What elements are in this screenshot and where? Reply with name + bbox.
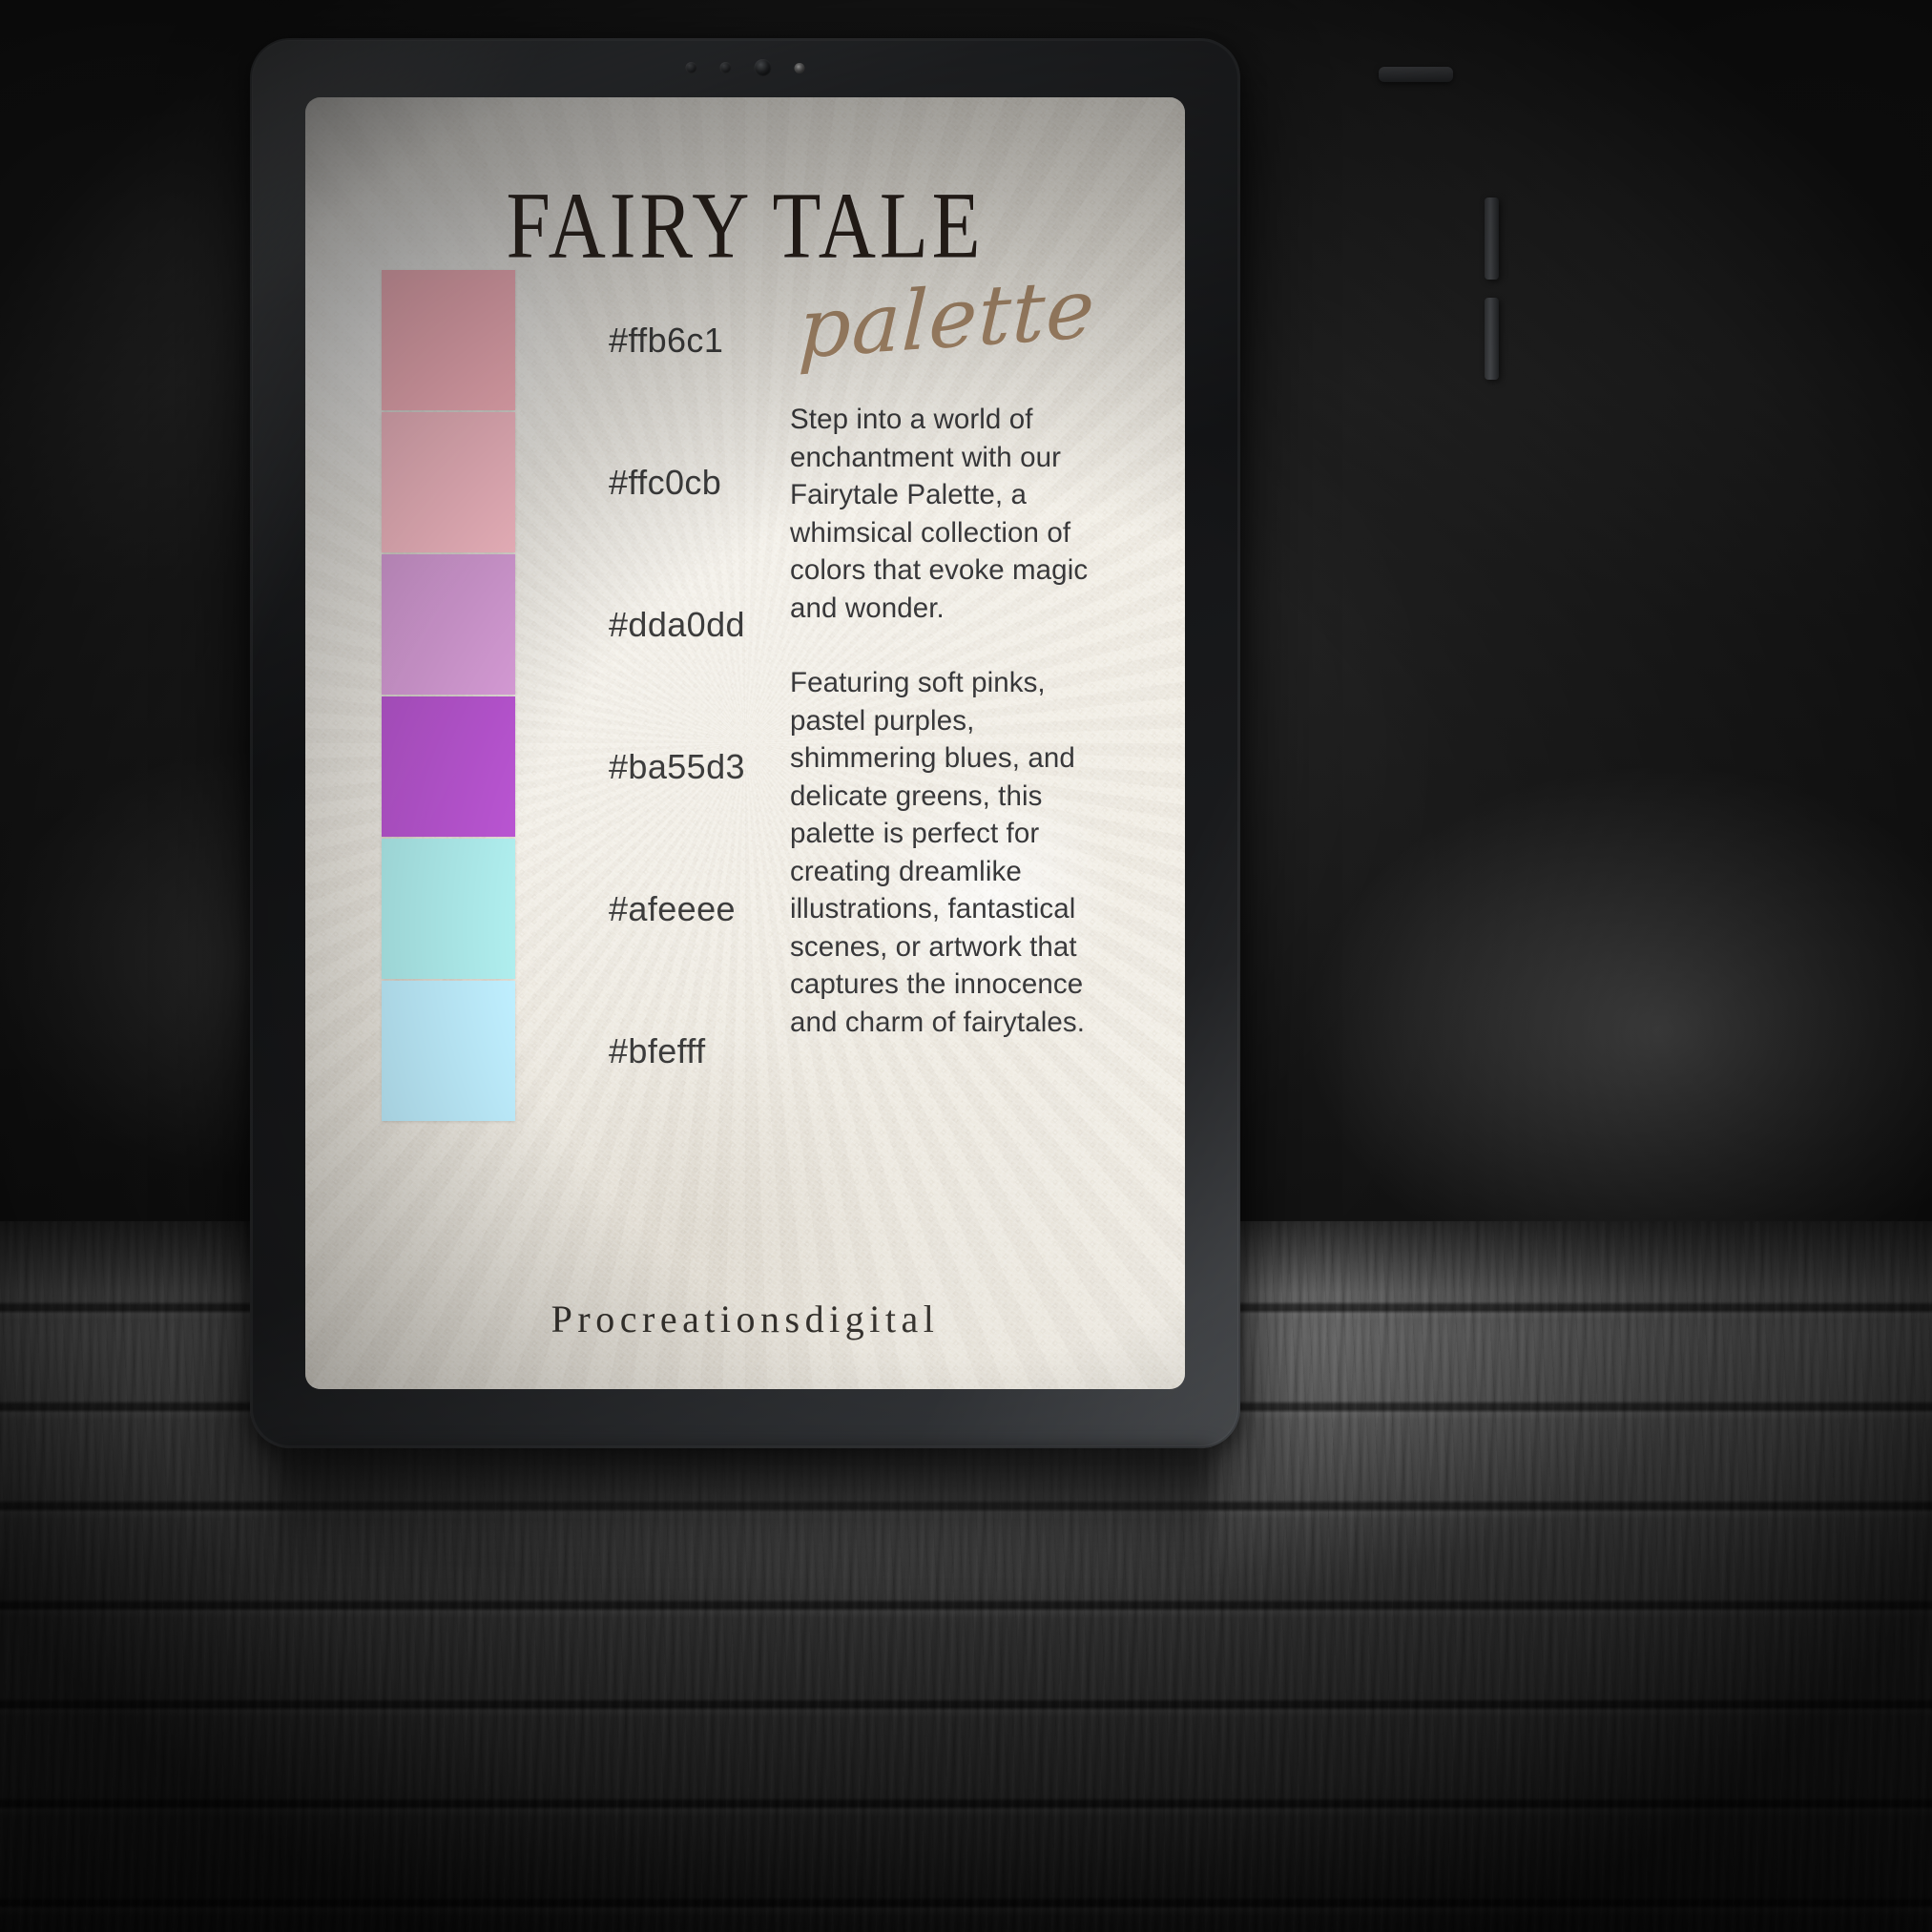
color-hex-label-6: #bfefff <box>609 1030 706 1070</box>
color-swatch-6[interactable] <box>382 981 515 1121</box>
color-hex-label-2: #ffc0cb <box>609 462 722 502</box>
scene: FAIRY TALE #ffb6c1 #ffc0cb #dda0dd #ba55… <box>0 0 1932 1932</box>
palette-script-heading: palette <box>797 260 1097 378</box>
color-swatch-2[interactable] <box>382 412 515 552</box>
color-hex-label-3: #dda0dd <box>609 604 745 644</box>
brand-footer: Procreationsdigital <box>551 1298 940 1340</box>
description-paragraph-1: Step into a world of enchantment with ou… <box>790 404 1089 624</box>
power-button[interactable] <box>1379 67 1453 82</box>
description-column: palette Step into a world of enchantment… <box>790 260 1105 1041</box>
description-paragraph-2: Featuring soft pinks, pastel purples, sh… <box>790 667 1086 1038</box>
camera-dot-icon <box>719 62 732 73</box>
ambient-sensor-icon <box>794 62 805 73</box>
volume-down-button[interactable] <box>1485 298 1499 380</box>
tablet-device: FAIRY TALE #ffb6c1 #ffc0cb #dda0dd #ba55… <box>250 38 1499 1448</box>
volume-up-button[interactable] <box>1485 197 1499 280</box>
page-title: FAIRY TALE <box>506 172 985 279</box>
color-hex-label-1: #ffb6c1 <box>609 320 724 360</box>
color-swatch-1[interactable] <box>382 270 515 410</box>
description-text: Step into a world of enchantment with ou… <box>790 401 1105 1041</box>
color-hex-label-5: #afeeee <box>609 888 736 928</box>
color-swatch-3[interactable] <box>382 554 515 695</box>
color-swatch-5[interactable] <box>382 839 515 979</box>
palette-card: FAIRY TALE #ffb6c1 #ffc0cb #dda0dd #ba55… <box>305 97 1185 1389</box>
color-hex-label-4: #ba55d3 <box>609 746 745 786</box>
color-swatch-4[interactable] <box>382 696 515 837</box>
camera-lens-icon <box>754 59 772 76</box>
tablet-screen[interactable]: FAIRY TALE #ffb6c1 #ffc0cb #dda0dd #ba55… <box>305 97 1185 1389</box>
camera-dot-icon <box>685 62 697 73</box>
front-camera-array <box>685 57 805 78</box>
